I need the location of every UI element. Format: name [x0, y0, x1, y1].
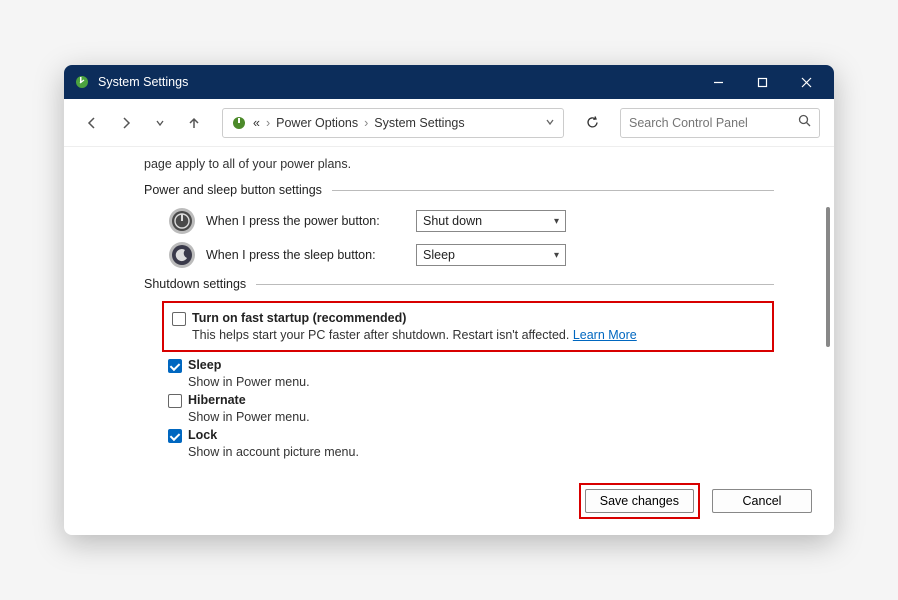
sleep-option-label: Sleep	[188, 358, 221, 372]
save-highlight: Save changes	[579, 483, 700, 519]
chevron-right-icon: ›	[364, 116, 368, 130]
maximize-button[interactable]	[740, 65, 784, 99]
power-button-dropdown[interactable]: Shut down ▾	[416, 210, 566, 232]
cancel-button[interactable]: Cancel	[712, 489, 812, 513]
section-heading: Power and sleep button settings	[144, 183, 332, 197]
divider	[256, 284, 774, 285]
lock-checkbox[interactable]	[168, 429, 182, 443]
address-dropdown[interactable]	[545, 116, 555, 130]
search-icon	[798, 114, 811, 132]
button-bar: Save changes Cancel	[64, 483, 834, 535]
lock-option-row: Lock	[168, 428, 774, 443]
learn-more-link[interactable]: Learn More	[573, 328, 637, 342]
fast-startup-highlight: Turn on fast startup (recommended) This …	[162, 301, 774, 352]
hibernate-checkbox[interactable]	[168, 394, 182, 408]
section-heading: Shutdown settings	[144, 277, 256, 291]
sleep-option-row: Sleep	[168, 358, 774, 373]
breadcrumb-system-settings[interactable]: System Settings	[374, 116, 464, 130]
hibernate-option-label: Hibernate	[188, 393, 246, 407]
breadcrumb-overflow[interactable]: «	[253, 116, 260, 130]
breadcrumb-power-options[interactable]: Power Options	[276, 116, 358, 130]
power-icon	[168, 207, 196, 235]
sleep-option-desc: Show in Power menu.	[188, 375, 774, 389]
divider	[332, 190, 774, 191]
intro-text: page apply to all of your power plans.	[144, 157, 774, 171]
chevron-down-icon: ▾	[554, 216, 559, 227]
chevron-down-icon: ▾	[554, 250, 559, 261]
sleep-button-label: When I press the sleep button:	[206, 248, 406, 262]
content-area: page apply to all of your power plans. P…	[64, 147, 834, 483]
toolbar: « › Power Options › System Settings	[64, 99, 834, 147]
fast-startup-desc: This helps start your PC faster after sh…	[192, 328, 768, 342]
lock-option-desc: Show in account picture menu.	[188, 445, 774, 459]
save-changes-button[interactable]: Save changes	[585, 489, 694, 513]
power-options-icon	[231, 115, 247, 131]
sleep-button-value: Sleep	[423, 248, 455, 262]
sleep-checkbox[interactable]	[168, 359, 182, 373]
sleep-button-dropdown[interactable]: Sleep ▾	[416, 244, 566, 266]
address-bar[interactable]: « › Power Options › System Settings	[222, 108, 564, 138]
sleep-button-row: When I press the sleep button: Sleep ▾	[168, 241, 774, 269]
fast-startup-checkbox[interactable]	[172, 312, 186, 326]
scrollbar-thumb[interactable]	[826, 207, 830, 347]
app-icon	[74, 74, 90, 90]
search-input[interactable]	[629, 116, 798, 130]
window-title: System Settings	[98, 75, 696, 89]
section-power-buttons: Power and sleep button settings	[144, 183, 774, 197]
section-shutdown: Shutdown settings	[144, 277, 774, 291]
hibernate-option-row: Hibernate	[168, 393, 774, 408]
chevron-right-icon: ›	[266, 116, 270, 130]
titlebar: System Settings	[64, 65, 834, 99]
minimize-button[interactable]	[696, 65, 740, 99]
power-button-row: When I press the power button: Shut down…	[168, 207, 774, 235]
hibernate-option-desc: Show in Power menu.	[188, 410, 774, 424]
system-settings-window: System Settings « › Power Options › Syst…	[64, 65, 834, 535]
back-button[interactable]	[78, 109, 106, 137]
lock-option-label: Lock	[188, 428, 217, 442]
fast-startup-label: Turn on fast startup (recommended)	[192, 311, 406, 325]
search-box[interactable]	[620, 108, 820, 138]
power-button-label: When I press the power button:	[206, 214, 406, 228]
recent-dropdown[interactable]	[146, 109, 174, 137]
refresh-button[interactable]	[578, 109, 606, 137]
forward-button[interactable]	[112, 109, 140, 137]
sleep-icon	[168, 241, 196, 269]
close-button[interactable]	[784, 65, 828, 99]
power-button-value: Shut down	[423, 214, 482, 228]
up-button[interactable]	[180, 109, 208, 137]
